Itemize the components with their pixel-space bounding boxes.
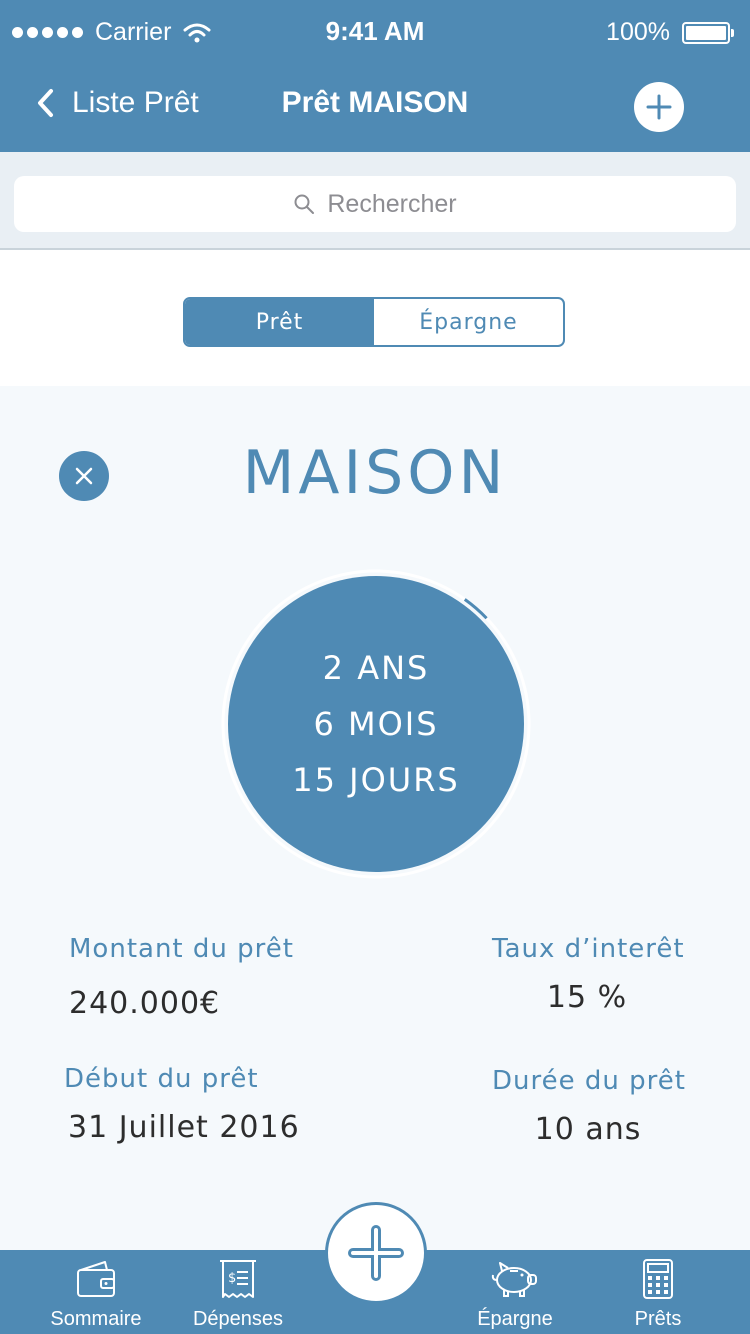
tab-sommaire[interactable]: Sommaire [36, 1250, 156, 1334]
remaining-months: 6 MOIS [313, 705, 439, 743]
tab-depenses[interactable]: $ Dépenses [178, 1250, 298, 1334]
segment-pret[interactable]: Prêt [185, 299, 374, 345]
plus-icon [646, 94, 672, 120]
segment-epargne[interactable]: Épargne [374, 299, 563, 345]
tab-sommaire-label: Sommaire [50, 1308, 142, 1330]
start-label: Début du prêt [64, 1064, 259, 1094]
rate-label: Taux d’interêt [492, 934, 685, 964]
search-icon [294, 194, 315, 214]
receipt-icon: $ [220, 1260, 256, 1298]
amount-label: Montant du prêt [69, 934, 294, 964]
piggy-bank-icon [491, 1262, 537, 1297]
remaining-years: 2 ANS [322, 649, 430, 687]
status-bar: Carrier 9:41 AM 100% [0, 0, 750, 60]
back-label: Liste Prêt [72, 86, 199, 119]
search-placeholder: Rechercher [327, 189, 457, 218]
wallet-icon [77, 1261, 115, 1297]
search-bar: Rechercher [0, 152, 750, 250]
back-button[interactable]: Liste Prêt [36, 86, 199, 120]
amount-value: 240.000€ [69, 986, 221, 1021]
calculator-icon [643, 1259, 673, 1299]
remaining-time: 2 ANS 6 MOIS 15 JOURS [220, 640, 532, 808]
tab-depenses-label: Dépenses [192, 1308, 284, 1330]
svg-text:$: $ [228, 1271, 236, 1286]
tab-epargne-label: Épargne [477, 1308, 553, 1330]
header: Carrier 9:41 AM 100% Liste Prêt Prêt MAI… [0, 0, 750, 152]
start-value: 31 Juillet 2016 [68, 1110, 300, 1145]
add-button[interactable] [634, 82, 684, 132]
segmented-control: Prêt Épargne [183, 297, 565, 347]
tab-prets-label: Prêts [634, 1308, 682, 1330]
chevron-left-icon [38, 89, 53, 117]
segment-area: Prêt Épargne [0, 250, 750, 386]
battery-icon [682, 21, 734, 44]
duration-value: 10 ans [534, 1112, 642, 1147]
tab-epargne[interactable]: Épargne [455, 1250, 575, 1334]
add-entry-button[interactable] [325, 1202, 427, 1304]
remaining-days: 15 JOURS [292, 761, 460, 799]
search-input[interactable]: Rechercher [14, 176, 736, 232]
duration-label: Durée du prêt [492, 1066, 686, 1096]
battery-percent: 100% [606, 18, 670, 46]
navigation-bar: Liste Prêt Prêt MAISON [0, 60, 750, 152]
rate-value: 15 % [546, 980, 628, 1015]
loan-name: MAISON [242, 438, 508, 508]
plus-icon [348, 1225, 404, 1281]
tab-prets[interactable]: Prêts [598, 1250, 718, 1334]
